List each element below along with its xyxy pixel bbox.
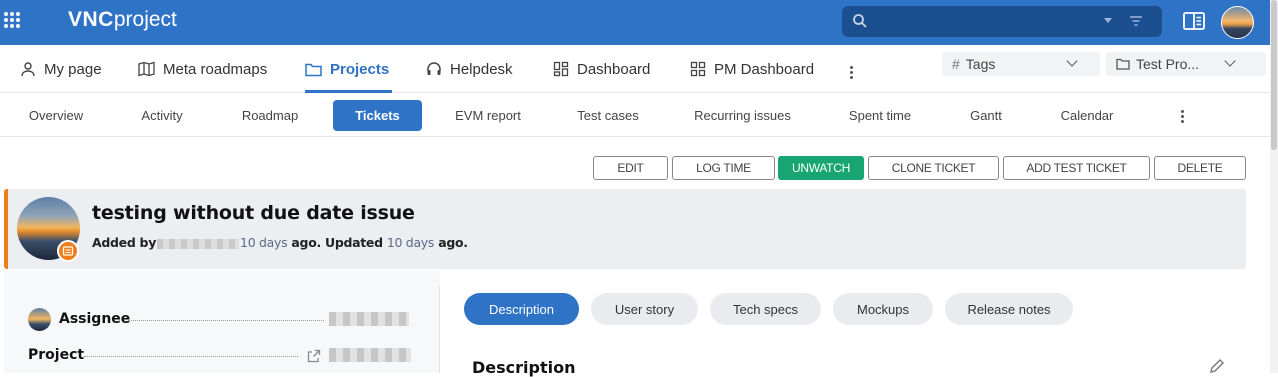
edit-button[interactable]: EDIT — [593, 156, 668, 180]
chevron-down-icon — [1066, 55, 1078, 67]
project-sub-nav: Overview Activity Roadmap Tickets EVM re… — [0, 94, 1270, 137]
top-bar: VNCproject — [0, 0, 1270, 45]
project-select-value: Test Pro... — [1136, 56, 1200, 72]
nav-label: My page — [44, 60, 102, 78]
added-by-label: Added by — [92, 235, 157, 250]
nav-item-helpdesk[interactable]: Helpdesk — [426, 45, 513, 93]
tab-user-story[interactable]: User story — [591, 293, 698, 325]
tab-roadmap[interactable]: Roadmap — [230, 100, 310, 131]
tab-mockups[interactable]: Mockups — [833, 293, 933, 325]
delete-button[interactable]: DELETE — [1154, 156, 1246, 180]
panel-divider — [439, 286, 440, 373]
ticket-title: testing without due date issue — [92, 202, 415, 224]
nav-item-meta-roadmaps[interactable]: Meta roadmaps — [138, 45, 267, 93]
project-row: Project — [28, 343, 84, 367]
updated-label: ago. Updated — [291, 235, 383, 250]
tab-tech-specs[interactable]: Tech specs — [710, 293, 821, 325]
external-link-icon[interactable] — [307, 349, 321, 363]
author-name-redacted[interactable] — [157, 238, 240, 249]
tab-test-cases[interactable]: Test cases — [566, 100, 650, 131]
assignee-avatar — [28, 307, 51, 331]
nav-label: Dashboard — [577, 60, 651, 78]
added-ago[interactable]: 10 days — [240, 235, 288, 250]
ago-end: ago. — [438, 235, 468, 250]
hash-icon: # — [952, 56, 960, 72]
tab-recurring-issues[interactable]: Recurring issues — [684, 100, 801, 131]
folder-icon — [1116, 58, 1130, 70]
panel-toggle-icon[interactable] — [1183, 11, 1205, 31]
tags-select[interactable]: # Tags — [942, 52, 1100, 76]
person-icon — [21, 62, 35, 77]
user-avatar[interactable] — [1221, 6, 1254, 39]
folder-icon — [305, 63, 322, 76]
tab-gantt[interactable]: Gantt — [958, 100, 1014, 131]
nav-item-my-page[interactable]: My page — [20, 45, 102, 93]
dashboard-icon — [553, 61, 569, 77]
brand-light: project — [113, 8, 177, 31]
assignee-row: Assignee — [28, 307, 130, 331]
brand-bold: VNC — [68, 8, 114, 31]
tab-evm-report[interactable]: EVM report — [446, 100, 530, 131]
apps-grid-icon[interactable] — [4, 12, 21, 29]
log-time-button[interactable]: LOG TIME — [672, 156, 775, 180]
ticket-icon — [62, 246, 74, 256]
search-icon — [853, 14, 867, 28]
filter-icon[interactable] — [1129, 15, 1143, 27]
more-vertical-icon[interactable] — [850, 66, 854, 79]
leader-dots — [84, 356, 298, 357]
assignee-value-redacted[interactable] — [329, 312, 409, 326]
tab-description[interactable]: Description — [464, 293, 579, 325]
updated-ago[interactable]: 10 days — [387, 235, 435, 250]
clone-ticket-button[interactable]: CLONE TICKET — [868, 156, 999, 180]
tab-activity[interactable]: Activity — [126, 100, 198, 131]
search-input[interactable] — [876, 10, 1096, 32]
project-label: Project — [28, 347, 85, 363]
grid-icon — [690, 61, 706, 77]
tab-spent-time[interactable]: Spent time — [837, 100, 923, 131]
description-heading: Description — [472, 358, 576, 377]
nav-label: Helpdesk — [450, 60, 513, 78]
more-vertical-icon[interactable] — [1181, 110, 1185, 123]
main-nav: My page Meta roadmaps Projects Helpdesk … — [0, 45, 1270, 93]
project-value-redacted[interactable] — [329, 348, 411, 362]
unwatch-button[interactable]: UNWATCH — [778, 156, 864, 180]
tab-release-notes[interactable]: Release notes — [945, 293, 1073, 325]
nav-item-pm-dashboard[interactable]: PM Dashboard — [690, 45, 814, 93]
nav-label: Meta roadmaps — [163, 60, 268, 78]
caret-down-icon[interactable] — [1104, 18, 1112, 23]
ticket-meta: Added by 10 days ago. Updated 10 days ago… — [92, 235, 468, 250]
nav-item-dashboard[interactable]: Dashboard — [553, 45, 650, 93]
tab-tickets[interactable]: Tickets — [333, 100, 422, 131]
nav-item-projects[interactable]: Projects — [305, 45, 392, 93]
chevron-down-icon — [1224, 55, 1236, 67]
tab-calendar[interactable]: Calendar — [1048, 100, 1126, 131]
project-select[interactable]: Test Pro... — [1106, 52, 1266, 76]
map-icon — [138, 61, 155, 77]
brand-logo[interactable]: VNCproject — [68, 8, 177, 32]
tab-overview[interactable]: Overview — [14, 100, 98, 131]
ticket-type-badge — [57, 240, 79, 262]
scrollbar-thumb[interactable] — [1271, 0, 1277, 150]
pencil-icon[interactable] — [1209, 358, 1225, 374]
nav-label: PM Dashboard — [714, 60, 815, 78]
nav-label: Projects — [330, 60, 390, 78]
add-test-ticket-button[interactable]: ADD TEST TICKET — [1003, 156, 1150, 180]
ticket-header — [4, 189, 1246, 269]
search-box[interactable] — [842, 6, 1162, 37]
leader-dots — [128, 320, 324, 321]
headset-icon — [427, 62, 441, 75]
tags-select-value: Tags — [965, 56, 996, 72]
assignee-label: Assignee — [59, 311, 131, 327]
